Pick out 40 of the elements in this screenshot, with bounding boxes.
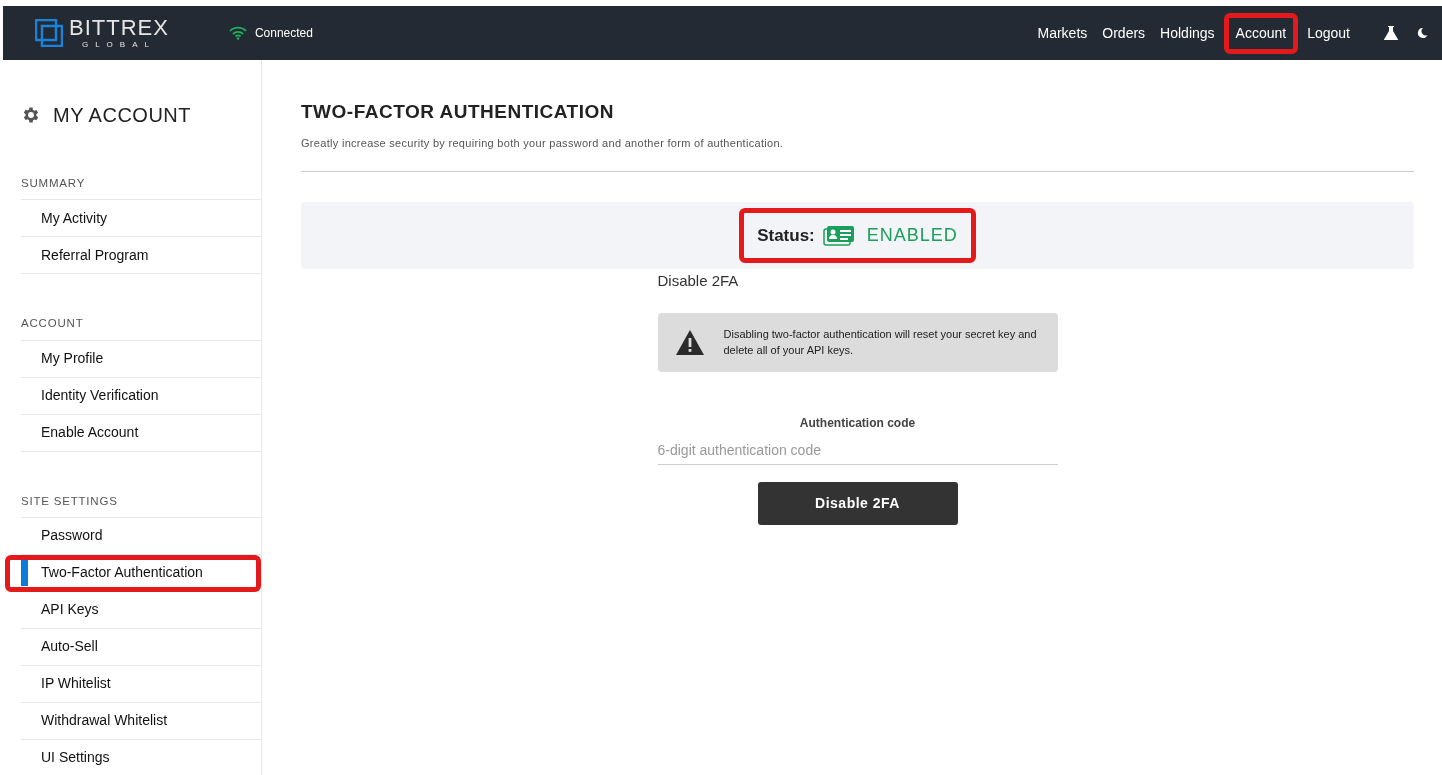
logo-subtitle: GLOBAL: [81, 41, 156, 49]
logo-wordmark: BITTREX: [69, 17, 169, 39]
logo-icon: [35, 19, 63, 47]
flask-icon[interactable]: [1383, 25, 1399, 41]
sidebar-item[interactable]: Auto-Sell: [21, 628, 261, 666]
sidebar-item[interactable]: Password: [21, 517, 261, 555]
warning-text: Disabling two-factor authentication will reset your secret key and delete all of your API keys.: [723, 327, 1038, 358]
status-value: ENABLED: [866, 224, 958, 247]
nav-link[interactable]: Holdings: [1154, 12, 1221, 54]
disable-button[interactable]: Disable 2FA: [757, 481, 958, 525]
connection-status: Connected: [254, 25, 313, 42]
section-heading: SITE SETTINGS: [21, 492, 261, 518]
wifi-icon: [228, 26, 247, 40]
nav-link[interactable]: Logout: [1301, 12, 1356, 54]
sidebar-item[interactable]: Referral Program: [21, 237, 261, 275]
warning-icon: [674, 328, 705, 356]
nav-link[interactable]: Markets: [1031, 12, 1094, 54]
page-subtitle: Greatly increase security by requiring both your password and another form of authentication.: [301, 135, 785, 151]
section-title: Disable 2FA: [657, 271, 740, 291]
sidebar-item[interactable]: Withdrawal Whitelist: [21, 702, 261, 740]
sidebar-title: MY ACCOUNT: [53, 103, 191, 128]
page-title: TWO-FACTOR AUTHENTICATION: [301, 100, 615, 124]
id-card-icon: [822, 224, 855, 247]
sidebar-item[interactable]: Two-Factor Authentication: [5, 554, 261, 592]
section-heading: SUMMARY: [21, 175, 261, 201]
moon-icon[interactable]: [1416, 27, 1428, 39]
sidebar-item[interactable]: API Keys: [21, 591, 261, 629]
nav-link[interactable]: Account: [1223, 12, 1299, 54]
gear-icon: [21, 105, 41, 125]
nav-link[interactable]: Orders: [1096, 12, 1152, 54]
field-label: Authentication code: [798, 414, 917, 432]
sidebar-item[interactable]: My Activity: [21, 200, 261, 238]
sidebar-item[interactable]: Enable Account: [21, 414, 261, 452]
sidebar-item[interactable]: My Profile: [21, 340, 261, 378]
code-field[interactable]: 6-digit authentication code: [657, 436, 1058, 465]
sidebar-item[interactable]: IP Whitelist: [21, 665, 261, 703]
sidebar-item[interactable]: Identity Verification: [21, 377, 261, 415]
section-heading: ACCOUNT: [21, 315, 261, 341]
sidebar-item[interactable]: UI Settings: [21, 739, 261, 775]
status-label: Status:: [757, 224, 815, 247]
